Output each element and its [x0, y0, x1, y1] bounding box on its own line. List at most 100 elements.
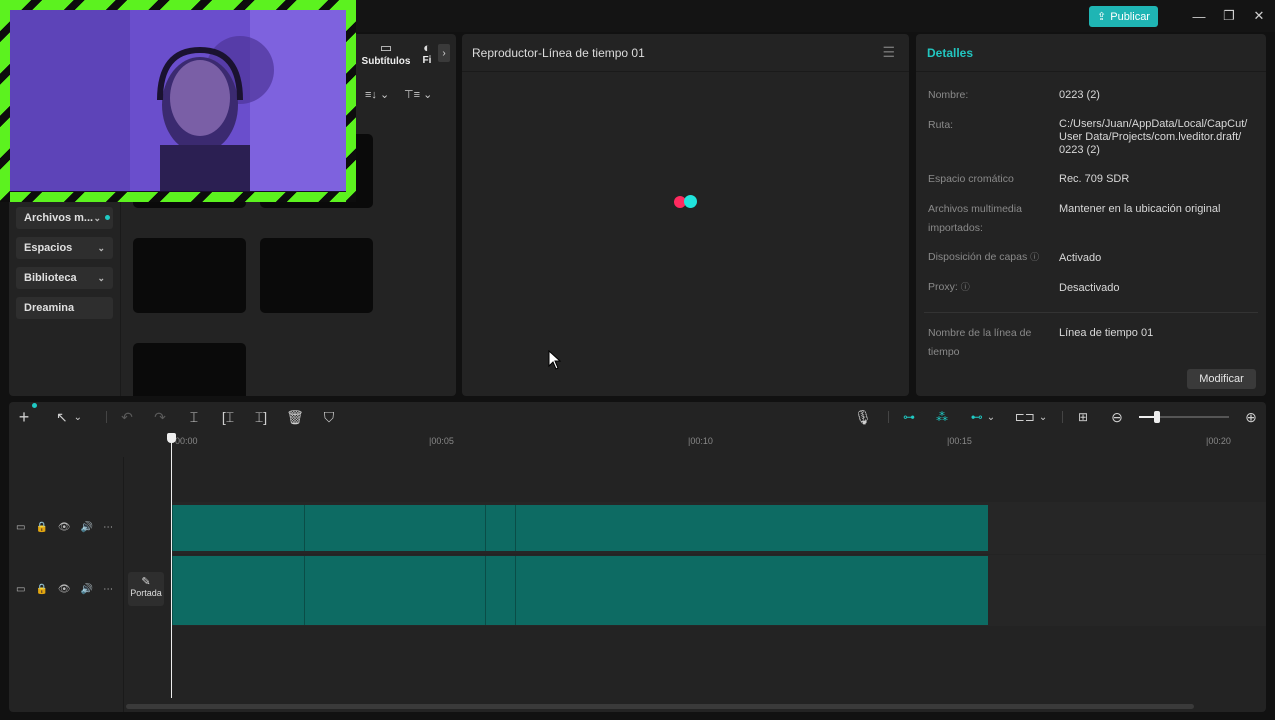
detail-value-path: C:/Users/Juan/AppData/Local/CapCut/ User… — [1059, 118, 1248, 156]
add-track-button[interactable]: + — [15, 407, 33, 427]
eye-icon[interactable]: 👁 — [58, 584, 71, 595]
restore-icon[interactable]: ❐ — [1221, 8, 1237, 24]
auto-snap-icon[interactable]: ⁂ — [932, 408, 952, 426]
chevron-down-icon: ⌄ — [986, 411, 996, 423]
trim-right-icon[interactable]: ⌶] — [253, 408, 269, 426]
media-thumbnail[interactable] — [260, 238, 373, 313]
zoom-slider-handle[interactable] — [1154, 411, 1160, 423]
more-icon[interactable]: ⋯ — [103, 584, 113, 595]
marker-icon[interactable]: ⛉ — [321, 408, 337, 426]
subtitles-icon: ▭ — [379, 40, 393, 55]
media-thumbnail[interactable] — [133, 343, 246, 396]
ruler-label: 00:00 — [175, 436, 198, 446]
detail-label-color-space: Espacio cromático — [928, 173, 1014, 185]
detail-value-name: 0223 (2) — [1059, 89, 1100, 101]
microphone-icon[interactable]: 🎙 — [854, 408, 872, 426]
new-indicator-dot — [105, 215, 110, 220]
video-clip[interactable] — [172, 556, 304, 625]
video-clip[interactable] — [304, 556, 485, 625]
media-thumbnail[interactable] — [133, 238, 246, 313]
track-toggle-icon[interactable]: ▭ — [16, 584, 25, 595]
track-2-controls: ▭ 🔒 👁 🔊 ⋯ — [16, 584, 116, 595]
trim-left-icon[interactable]: [⌶ — [220, 408, 236, 426]
tab-filters[interactable]: ◐ Fi — [417, 40, 437, 70]
undo-icon[interactable]: ↶ — [119, 408, 135, 426]
delete-icon[interactable]: 🗑 — [286, 408, 304, 426]
sidebar-item-label: Archivos m... — [24, 212, 94, 224]
modify-button[interactable]: Modificar — [1187, 369, 1256, 389]
lock-icon[interactable]: 🔒 — [35, 584, 47, 595]
capcut-app: ⇪ Publicar — ❐ ✕ Archivos m... ⌄ Espacio… — [0, 0, 1275, 720]
close-icon[interactable]: ✕ — [1251, 8, 1267, 24]
minimize-icon[interactable]: — — [1191, 8, 1207, 24]
main-track-magnet-icon[interactable]: ⊶ — [899, 408, 919, 426]
divider — [462, 71, 909, 72]
detail-label-layers: Disposición de capas ⓘ — [928, 248, 1053, 267]
split-icon[interactable]: ⌶ — [186, 408, 202, 426]
ruler-label: |00:20 — [1206, 436, 1231, 446]
more-icon[interactable]: ⋯ — [103, 522, 113, 533]
preview-axis-button[interactable]: ⊏⊐ ⌄ — [1014, 408, 1048, 426]
timeline-panel: + ↖ ⌄ ↶ ↷ ⌶ [⌶ ⌶] 🗑 ⛉ 🎙 ⊶ ⁂ ⊷ ⌄ ⊏⊐ ⌄ ⊞ ⊖ ⊕ … — [9, 402, 1266, 712]
tab-label: Fi — [422, 55, 432, 66]
ruler-label: |00:15 — [947, 436, 972, 446]
audio-icon[interactable]: 🔊 — [81, 584, 93, 595]
chevron-down-icon: ⌄ — [93, 212, 101, 223]
sidebar-item-label: Espacios — [24, 242, 73, 254]
sidebar-item-library[interactable]: Biblioteca ⌄ — [16, 267, 113, 289]
proxy-label-text: Proxy: — [928, 281, 958, 293]
lock-icon[interactable]: 🔒 — [35, 522, 47, 533]
detail-value-imported-media: Mantener en la ubicación original — [1059, 203, 1221, 215]
link-clips-button[interactable]: ⊷ ⌄ — [966, 408, 1000, 426]
video-clip[interactable] — [172, 505, 304, 551]
detail-label-proxy: Proxy: ⓘ — [928, 278, 1053, 297]
time-ruler[interactable]: 00:00 |00:05 |00:10 |00:15 |00:20 — [171, 432, 1261, 448]
tab-label: Subtítulos — [361, 56, 411, 67]
detail-value-proxy: Desactivado — [1059, 282, 1120, 294]
filter-icon: ⊤≡ — [404, 89, 421, 101]
publish-button[interactable]: ⇪ Publicar — [1089, 6, 1158, 27]
menu-icon[interactable]: ☰ — [882, 44, 895, 61]
sidebar-item-spaces[interactable]: Espacios ⌄ — [16, 237, 113, 259]
filter-button[interactable]: ⊤≡ ⌄ — [404, 88, 432, 101]
track-1-controls: ▭ 🔒 👁 🔊 ⋯ — [16, 522, 116, 533]
sort-icon: ≡↓ — [365, 89, 377, 101]
audio-icon[interactable]: 🔊 — [81, 522, 93, 533]
zoom-out-icon[interactable]: ⊖ — [1109, 408, 1125, 426]
eye-icon[interactable]: 👁 — [58, 522, 71, 533]
video-clip[interactable] — [485, 556, 515, 625]
detail-label-imported-media: Archivos multimedia importados: — [928, 203, 1022, 234]
video-clip[interactable] — [515, 505, 988, 551]
player-title: Reproductor-Línea de tiempo 01 — [472, 46, 645, 60]
divider — [916, 71, 1266, 72]
divider — [1062, 411, 1063, 423]
info-icon[interactable]: ⓘ — [1030, 252, 1039, 262]
zoom-in-icon[interactable]: ⊕ — [1243, 408, 1259, 426]
playhead-line — [171, 442, 172, 698]
video-clip[interactable] — [304, 505, 485, 551]
sidebar-item-label: Dreamina — [24, 302, 75, 314]
upload-icon: ⇪ — [1097, 11, 1107, 23]
info-icon[interactable]: ⓘ — [961, 282, 970, 292]
detail-label-timeline-name: Nombre de la línea de tiempo — [928, 327, 1032, 358]
detail-value-color-space: Rec. 709 SDR — [1059, 173, 1130, 185]
select-tool-button[interactable]: ↖ ⌄ — [54, 408, 84, 426]
tab-subtitles[interactable]: ▭ Subtítulos — [361, 40, 411, 70]
details-title: Detalles — [927, 46, 974, 60]
zoom-slider-track[interactable] — [1139, 411, 1229, 423]
cover-button[interactable]: ✎ Portada — [128, 572, 164, 606]
filters-icon: ◐ — [423, 40, 431, 55]
webcam-overlay — [0, 0, 356, 202]
sort-button[interactable]: ≡↓ ⌄ — [365, 88, 389, 101]
horizontal-scrollbar[interactable] — [126, 704, 1194, 709]
sidebar-item-media[interactable]: Archivos m... ⌄ — [16, 207, 113, 229]
video-clip[interactable] — [485, 505, 515, 551]
redo-icon[interactable]: ↷ — [152, 408, 168, 426]
mouse-cursor-icon — [548, 349, 562, 370]
track-toggle-icon[interactable]: ▭ — [16, 522, 25, 533]
sidebar-item-dreamina[interactable]: Dreamina — [16, 297, 113, 319]
video-clip[interactable] — [515, 556, 988, 625]
divider — [924, 312, 1258, 313]
fit-timeline-icon[interactable]: ⊞ — [1073, 408, 1093, 426]
tabs-scroll-right-button[interactable]: › — [438, 44, 450, 62]
